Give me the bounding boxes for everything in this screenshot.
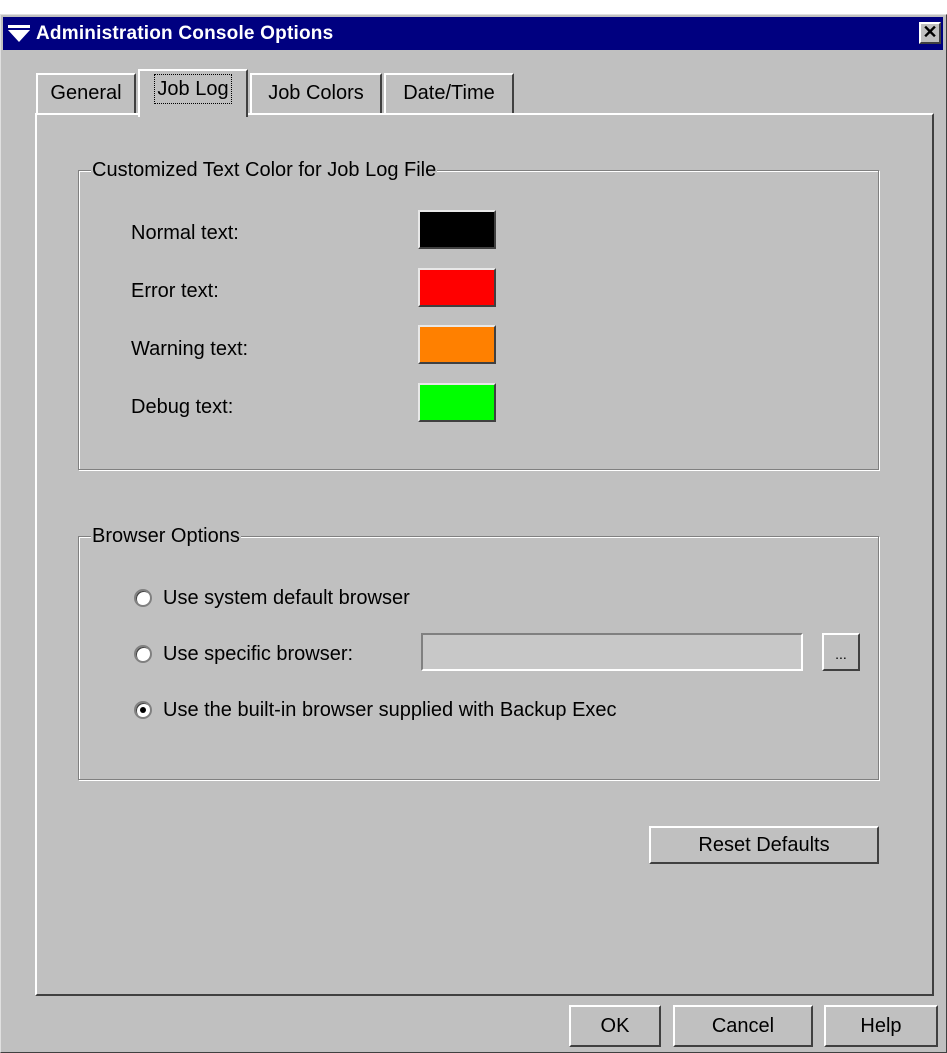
cancel-button[interactable]: Cancel bbox=[673, 1005, 813, 1047]
error-text-color-button[interactable] bbox=[418, 268, 496, 307]
reset-defaults-button[interactable]: Reset Defaults bbox=[649, 826, 879, 864]
ok-button[interactable]: OK bbox=[569, 1005, 661, 1047]
help-button[interactable]: Help bbox=[824, 1005, 938, 1047]
text-color-group-title: Customized Text Color for Job Log File bbox=[91, 157, 438, 183]
radio-selected-dot bbox=[140, 707, 146, 713]
specific-browser-radio[interactable] bbox=[134, 645, 152, 663]
debug-text-label: Debug text: bbox=[131, 396, 234, 418]
browser-options-title: Browser Options bbox=[91, 523, 241, 549]
builtin-browser-radio[interactable] bbox=[134, 701, 152, 719]
normal-text-color-button[interactable] bbox=[418, 210, 496, 249]
system-browser-radio[interactable] bbox=[134, 589, 152, 607]
browse-button[interactable]: ... bbox=[822, 633, 860, 671]
normal-text-label: Normal text: bbox=[131, 222, 239, 244]
specific-browser-label[interactable]: Use specific browser: bbox=[163, 641, 353, 667]
system-browser-label[interactable]: Use system default browser bbox=[163, 585, 410, 611]
builtin-browser-label[interactable]: Use the built-in browser supplied with B… bbox=[163, 697, 617, 723]
panel-content: Customized Text Color for Job Log File N… bbox=[0, 0, 947, 1053]
warning-text-color-button[interactable] bbox=[418, 325, 496, 364]
debug-text-color-button[interactable] bbox=[418, 383, 496, 422]
error-text-label: Error text: bbox=[131, 280, 219, 302]
browser-path-input[interactable] bbox=[421, 633, 803, 671]
warning-text-label: Warning text: bbox=[131, 338, 249, 360]
